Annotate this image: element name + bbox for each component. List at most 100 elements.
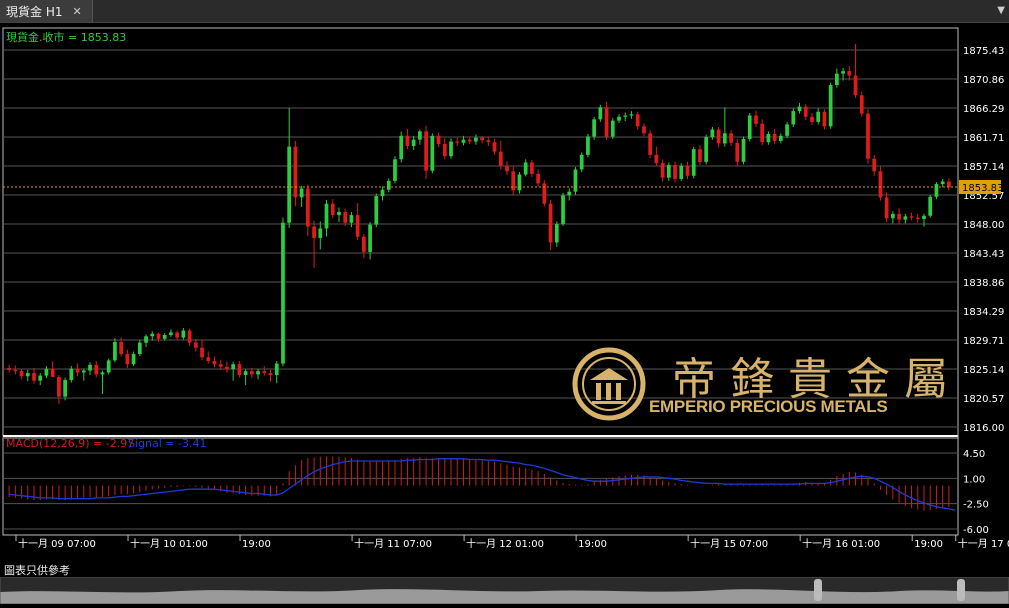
candle-body xyxy=(106,360,111,373)
candle-body xyxy=(573,169,578,192)
candle-body xyxy=(492,142,497,152)
time-tick-label: 十一月 10 01:00 xyxy=(130,537,208,550)
candle-body xyxy=(430,135,435,171)
candle-body xyxy=(897,213,901,220)
candle-body xyxy=(50,368,55,377)
candle-body xyxy=(442,144,447,157)
candle-body xyxy=(586,136,590,155)
candle-body xyxy=(542,183,547,204)
candle-body xyxy=(847,71,852,76)
candle-body xyxy=(866,113,870,159)
candle-body xyxy=(642,126,646,134)
candle-body xyxy=(237,364,242,375)
current-price-tag-label: 1853.83 xyxy=(962,183,1003,194)
candle-body xyxy=(635,114,640,127)
candle-body xyxy=(200,347,204,358)
candle-body xyxy=(704,137,709,162)
candle-body xyxy=(947,181,951,188)
candle-body xyxy=(735,142,740,162)
candle-body xyxy=(934,184,939,197)
candle-body xyxy=(834,73,839,86)
time-tick-label: 十一月 17 07:00 xyxy=(958,537,1009,550)
candle-body xyxy=(137,342,142,355)
candle-body xyxy=(567,191,572,196)
candle-body xyxy=(94,364,99,375)
candle-body xyxy=(374,196,379,225)
candle-body xyxy=(754,115,758,124)
candle-body xyxy=(498,151,503,166)
macd-grid xyxy=(3,452,958,530)
candle-body xyxy=(940,181,945,185)
candle-body xyxy=(685,165,690,176)
candle-body xyxy=(810,116,814,122)
candle-body xyxy=(523,162,528,175)
candle-body xyxy=(797,106,802,112)
scroll-handle-right[interactable] xyxy=(957,579,965,601)
candle-body xyxy=(461,139,466,143)
candle-body xyxy=(268,373,273,375)
candle-body xyxy=(691,149,696,176)
candle-body xyxy=(561,195,565,225)
candle-body xyxy=(100,372,105,375)
chart-scrollbar[interactable] xyxy=(0,576,1009,605)
macd-tick-label: 1.00 xyxy=(963,474,985,485)
candle-body xyxy=(386,180,391,190)
candle-body xyxy=(393,159,397,181)
candle-body xyxy=(610,120,615,137)
time-tick-label: 19:00 xyxy=(242,539,271,550)
candle-body xyxy=(187,330,192,343)
macd-label: MACD(12,26,9) = -2.97 xyxy=(6,437,134,450)
candle-body xyxy=(125,354,130,365)
candle-body xyxy=(872,158,877,172)
candle-body xyxy=(505,165,509,172)
candle-body xyxy=(287,146,292,223)
candle-body xyxy=(424,131,428,171)
candle-body xyxy=(162,335,167,339)
candle-body xyxy=(828,85,833,127)
candle-body xyxy=(741,139,746,162)
candle-body xyxy=(343,211,348,223)
candle-body xyxy=(38,375,43,381)
candle-body xyxy=(330,203,335,216)
signal-label: Signal = -3.41 xyxy=(128,437,206,450)
candle-body xyxy=(474,137,478,142)
candle-body xyxy=(673,165,677,179)
candle-body xyxy=(604,107,609,137)
candle-body xyxy=(361,236,366,252)
price-tick-label: 1861.71 xyxy=(963,133,1004,144)
candle-body xyxy=(144,336,148,343)
candle-body xyxy=(480,137,484,141)
candle-body xyxy=(262,371,267,374)
price-chart[interactable]: 1875.431870.861866.291861.711857.141852.… xyxy=(0,0,1009,577)
price-tick-label: 1875.43 xyxy=(963,46,1004,57)
candle-body xyxy=(13,369,18,372)
candle-body xyxy=(891,213,895,219)
candle-body xyxy=(249,371,254,375)
candle-body xyxy=(63,380,67,397)
candle-body xyxy=(75,368,80,373)
price-tick-label: 1829.71 xyxy=(963,336,1004,347)
candle-body xyxy=(299,188,304,198)
candle-body xyxy=(418,131,422,140)
candle-body xyxy=(710,129,715,138)
close-price-label: 現貨金.收市 = 1853.83 xyxy=(6,30,126,44)
candle-body xyxy=(212,361,217,365)
time-tick-label: 十一月 12 01:00 xyxy=(466,537,544,550)
candle-body xyxy=(81,370,86,373)
candle-body xyxy=(729,133,733,143)
price-tick-label: 1870.86 xyxy=(963,75,1004,86)
candle-body xyxy=(455,141,460,143)
candle-body xyxy=(293,146,298,198)
time-tick-label: 十一月 15 07:00 xyxy=(690,537,768,550)
scrollbar-preview xyxy=(0,576,1009,605)
candle-body xyxy=(785,124,789,136)
candle-body xyxy=(337,211,341,216)
scroll-handle-left[interactable] xyxy=(814,579,822,601)
candle-body xyxy=(747,115,752,140)
price-tick-label: 1838.86 xyxy=(963,278,1004,289)
candle-body xyxy=(324,203,329,229)
candle-body xyxy=(399,135,404,160)
candle-body xyxy=(19,371,24,377)
candle-body xyxy=(903,216,908,220)
candle-body xyxy=(355,215,360,237)
